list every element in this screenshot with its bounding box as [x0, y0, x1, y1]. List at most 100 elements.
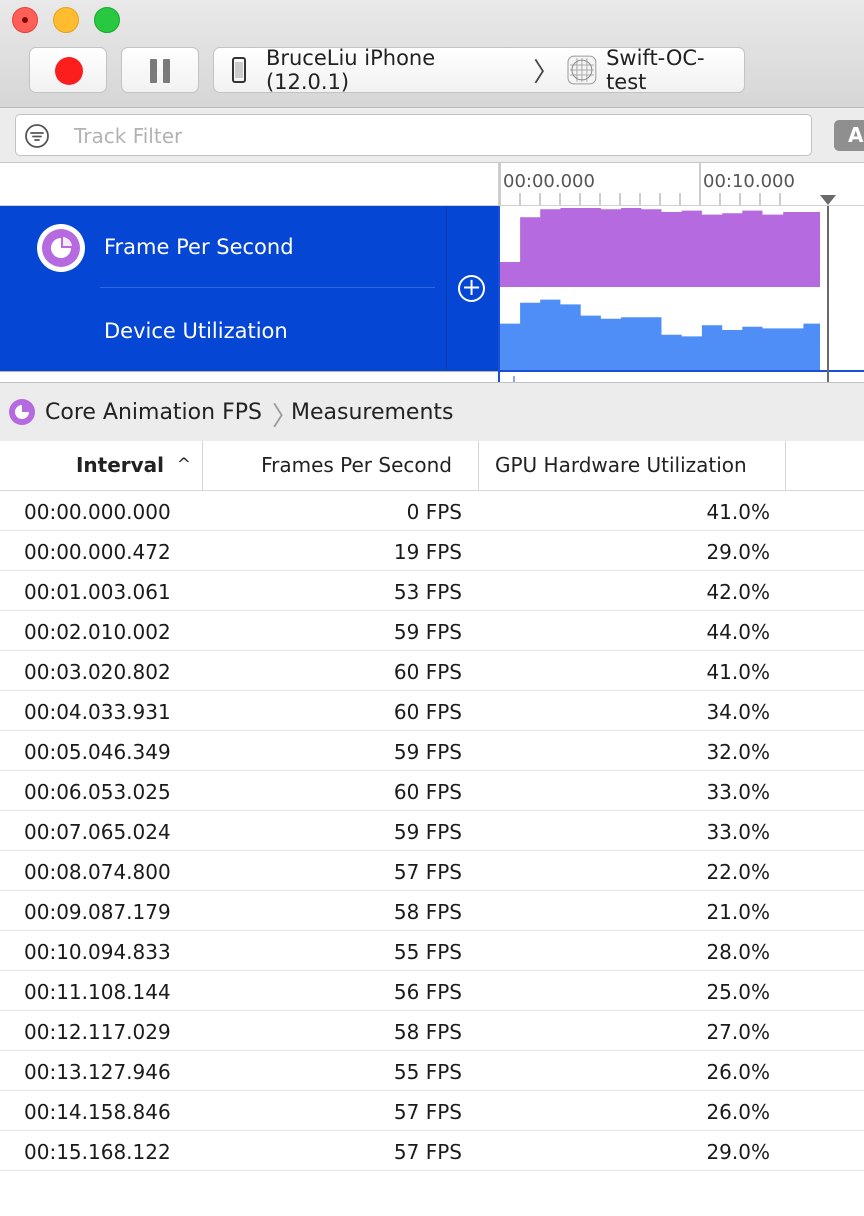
record-button[interactable]	[29, 47, 107, 93]
minimize-window-button[interactable]	[53, 7, 79, 33]
cell-gpu-utilization: 25.0%	[706, 980, 770, 1004]
cell-fps: 0 FPS	[406, 500, 462, 524]
table-row[interactable]: 00:08.074.800 57 FPS 22.0%	[0, 851, 864, 891]
pause-icon	[149, 59, 171, 83]
table-row[interactable]: 00:11.108.144 56 FPS 25.0%	[0, 971, 864, 1011]
cell-gpu-utilization: 26.0%	[706, 1100, 770, 1124]
cell-fps: 60 FPS	[393, 700, 462, 724]
cell-fps: 59 FPS	[393, 740, 462, 764]
track-graphs[interactable]	[498, 206, 864, 382]
target-selector[interactable]: BruceLiu iPhone (12.0.1) 〉 Swift-OC-test	[213, 46, 745, 94]
cell-gpu-utilization: 33.0%	[706, 780, 770, 804]
sort-ascending-icon: ^	[176, 455, 191, 475]
cell-fps: 57 FPS	[393, 1100, 462, 1124]
table-row[interactable]: 00:03.020.802 60 FPS 41.0%	[0, 651, 864, 691]
table-row[interactable]: 00:00.000.000 0 FPS 41.0%	[0, 491, 864, 531]
cell-interval: 00:13.127.946	[24, 1060, 171, 1084]
cell-fps: 55 FPS	[393, 940, 462, 964]
cell-gpu-utilization: 42.0%	[706, 580, 770, 604]
track-label-device-utilization[interactable]: Device Utilization	[104, 319, 288, 343]
app-icon	[567, 55, 597, 85]
cell-interval: 00:00.000.472	[24, 540, 171, 564]
cell-interval: 00:11.108.144	[24, 980, 171, 1004]
cell-interval: 00:07.065.024	[24, 820, 171, 844]
track-divider	[100, 287, 435, 288]
cell-gpu-utilization: 44.0%	[706, 620, 770, 644]
all-tracks-button[interactable]: A	[834, 120, 864, 151]
cell-fps: 53 FPS	[393, 580, 462, 604]
filter-bar: A	[0, 108, 864, 163]
cell-fps: 60 FPS	[393, 780, 462, 804]
cell-gpu-utilization: 33.0%	[706, 820, 770, 844]
cell-gpu-utilization: 22.0%	[706, 860, 770, 884]
cell-interval: 00:02.010.002	[24, 620, 171, 644]
cell-interval: 00:03.020.802	[24, 660, 171, 684]
record-icon	[55, 57, 83, 85]
timeline-ruler[interactable]: 00:00.000 00:10.000	[0, 163, 864, 206]
column-header-fps[interactable]: Frames Per Second	[204, 441, 479, 490]
cell-interval: 00:10.094.833	[24, 940, 171, 964]
cell-interval: 00:01.003.061	[24, 580, 171, 604]
cell-fps: 59 FPS	[393, 820, 462, 844]
cell-interval: 00:06.053.025	[24, 780, 171, 804]
cell-interval: 00:12.117.029	[24, 1020, 171, 1044]
cell-gpu-utilization: 28.0%	[706, 940, 770, 964]
cell-gpu-utilization: 26.0%	[706, 1060, 770, 1084]
table-row[interactable]: 00:05.046.349 59 FPS 32.0%	[0, 731, 864, 771]
cell-gpu-utilization: 34.0%	[706, 700, 770, 724]
track-filter-input[interactable]	[72, 117, 796, 155]
cell-gpu-utilization: 41.0%	[706, 500, 770, 524]
cell-interval: 00:05.046.349	[24, 740, 171, 764]
cell-fps: 19 FPS	[393, 540, 462, 564]
add-track-button[interactable]: +	[458, 275, 485, 302]
cell-interval: 00:08.074.800	[24, 860, 171, 884]
table-row[interactable]: 00:14.158.846 57 FPS 26.0%	[0, 1091, 864, 1131]
zoom-window-button[interactable]	[94, 7, 120, 33]
table-row[interactable]: 00:10.094.833 55 FPS 28.0%	[0, 931, 864, 971]
cell-interval: 00:09.087.179	[24, 900, 171, 924]
cell-interval: 00:04.033.931	[24, 700, 171, 724]
cell-fps: 55 FPS	[393, 1060, 462, 1084]
fps-graph	[500, 208, 820, 287]
table-row[interactable]: 00:04.033.931 60 FPS 34.0%	[0, 691, 864, 731]
breadcrumb-measurements[interactable]: Measurements	[291, 400, 454, 425]
ruler-label-10s: 00:10.000	[703, 171, 795, 192]
track-list-selected[interactable]: Frame Per Second Device Utilization +	[0, 206, 498, 371]
chevron-right-icon: 〉	[533, 57, 560, 88]
window-toolbar: BruceLiu iPhone (12.0.1) 〉 Swift-OC-test	[0, 0, 864, 108]
table-header: Interval ^ Frames Per Second GPU Hardwar…	[0, 441, 864, 491]
track-panel-divider	[446, 206, 447, 371]
track-filter-field[interactable]	[15, 114, 812, 156]
core-animation-fps-icon	[37, 224, 85, 272]
cell-fps: 57 FPS	[393, 860, 462, 884]
table-row[interactable]: 00:09.087.179 58 FPS 21.0%	[0, 891, 864, 931]
column-header-gpu-utilization[interactable]: GPU Hardware Utilization	[480, 441, 786, 490]
cell-fps: 59 FPS	[393, 620, 462, 644]
cell-interval: 00:14.158.846	[24, 1100, 171, 1124]
cell-gpu-utilization: 27.0%	[706, 1020, 770, 1044]
close-window-button[interactable]	[12, 7, 38, 33]
table-row[interactable]: 00:12.117.029 58 FPS 27.0%	[0, 1011, 864, 1051]
cell-fps: 60 FPS	[393, 660, 462, 684]
ruler-label-start: 00:00.000	[503, 171, 595, 192]
cell-fps: 56 FPS	[393, 980, 462, 1004]
column-header-interval[interactable]: Interval ^	[0, 441, 203, 490]
cell-gpu-utilization: 21.0%	[706, 900, 770, 924]
table-row[interactable]: 00:07.065.024 59 FPS 33.0%	[0, 811, 864, 851]
iphone-icon	[232, 57, 246, 83]
cell-interval: 00:00.000.000	[24, 500, 171, 524]
detail-breadcrumb-bar: Core Animation FPS 〉 Measurements	[0, 382, 864, 442]
track-label-fps[interactable]: Frame Per Second	[104, 235, 294, 259]
app-name: Swift-OC-test	[606, 46, 705, 94]
measurements-table: 00:00.000.000 0 FPS 41.0% 00:00.000.472 19 F…	[0, 491, 864, 1171]
breadcrumb-instrument[interactable]: Core Animation FPS	[45, 400, 262, 425]
table-row[interactable]: 00:00.000.472 19 FPS 29.0%	[0, 531, 864, 571]
table-row[interactable]: 00:02.010.002 59 FPS 44.0%	[0, 611, 864, 651]
table-row[interactable]: 00:06.053.025 60 FPS 33.0%	[0, 771, 864, 811]
table-row[interactable]: 00:01.003.061 53 FPS 42.0%	[0, 571, 864, 611]
table-row[interactable]: 00:13.127.946 55 FPS 26.0%	[0, 1051, 864, 1091]
table-row[interactable]: 00:15.168.122 57 FPS 29.0%	[0, 1131, 864, 1171]
pause-button[interactable]	[121, 47, 199, 93]
ruler-gutter	[0, 163, 499, 205]
core-animation-fps-icon	[9, 399, 35, 425]
